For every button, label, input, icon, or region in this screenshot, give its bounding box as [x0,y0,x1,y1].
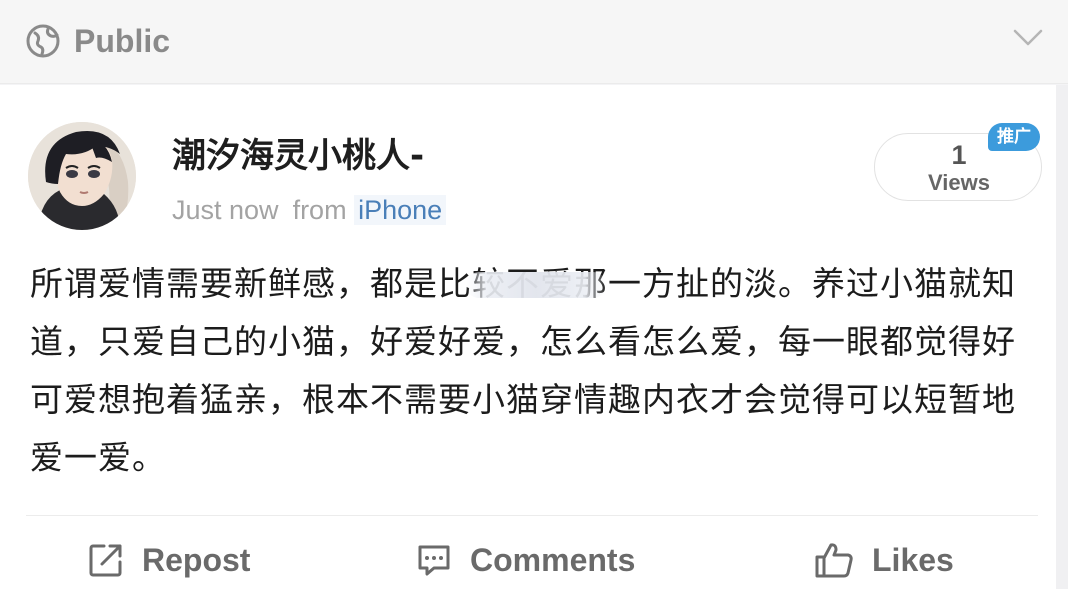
weibo-post-screen: Public 潮汐海灵小桃人- Just now from iPhone 1 V… [0,0,1068,589]
globe-icon [26,24,60,58]
repost-label: Repost [142,542,251,578]
source-prefix: from [292,195,347,225]
source-device-link[interactable]: iPhone [354,195,447,225]
post-meta: Just now from iPhone [172,193,447,227]
thumbs-up-icon [815,543,853,578]
post-card: 潮汐海灵小桃人- Just now from iPhone 1 Views 推广 … [0,85,1056,589]
redaction-blur [466,272,606,298]
repost-icon [89,544,122,577]
repost-button[interactable]: Repost [88,535,250,585]
visibility-label: Public [74,23,171,59]
divider [26,515,1038,516]
likes-button[interactable]: Likes [814,535,954,585]
username[interactable]: 潮汐海灵小桃人- [172,135,424,177]
chevron-down-icon[interactable] [1012,26,1044,48]
comments-button[interactable]: Comments [416,535,635,585]
scroll-gutter [1056,85,1068,589]
timestamp: Just now [172,195,279,225]
visibility-bar[interactable]: Public [0,0,1068,84]
comments-label: Comments [470,542,636,578]
promote-badge[interactable]: 推广 [988,123,1040,151]
avatar-illustration [28,122,136,230]
views-label: Views [928,170,990,195]
avatar[interactable] [28,122,136,230]
comment-icon [418,545,450,576]
likes-label: Likes [872,542,954,578]
